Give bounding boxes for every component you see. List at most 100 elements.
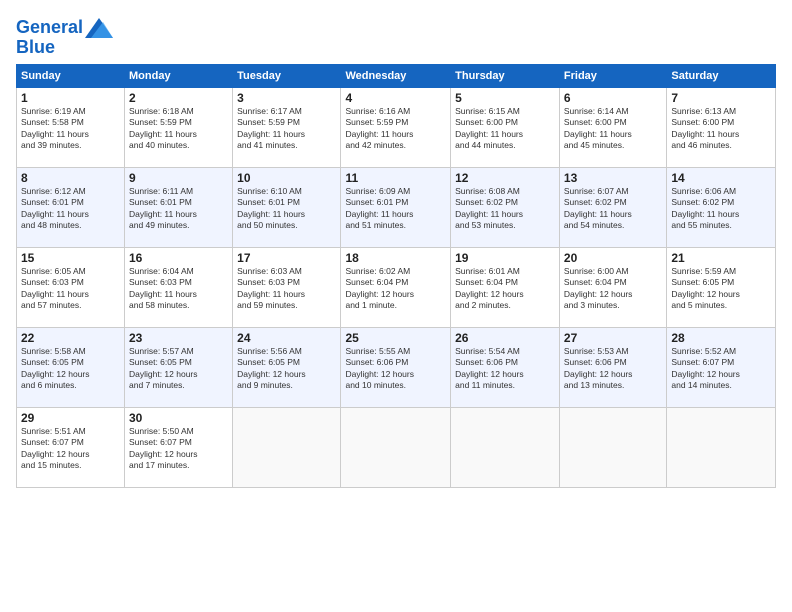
- weekday-header-friday: Friday: [559, 64, 666, 87]
- day-detail: Sunrise: 5:57 AMSunset: 6:05 PMDaylight:…: [129, 346, 228, 392]
- calendar-cell: 11Sunrise: 6:09 AMSunset: 6:01 PMDayligh…: [341, 167, 451, 247]
- day-detail: Sunrise: 6:03 AMSunset: 6:03 PMDaylight:…: [237, 266, 336, 312]
- day-number: 5: [455, 91, 555, 105]
- day-detail: Sunrise: 5:51 AMSunset: 6:07 PMDaylight:…: [21, 426, 120, 472]
- day-detail: Sunrise: 6:11 AMSunset: 6:01 PMDaylight:…: [129, 186, 228, 232]
- day-number: 7: [671, 91, 771, 105]
- day-detail: Sunrise: 6:10 AMSunset: 6:01 PMDaylight:…: [237, 186, 336, 232]
- weekday-header-tuesday: Tuesday: [233, 64, 341, 87]
- calendar-cell: 28Sunrise: 5:52 AMSunset: 6:07 PMDayligh…: [667, 327, 776, 407]
- calendar-cell: 5Sunrise: 6:15 AMSunset: 6:00 PMDaylight…: [451, 87, 560, 167]
- day-number: 15: [21, 251, 120, 265]
- calendar-cell: 2Sunrise: 6:18 AMSunset: 5:59 PMDaylight…: [125, 87, 233, 167]
- day-number: 11: [345, 171, 446, 185]
- weekday-header-monday: Monday: [125, 64, 233, 87]
- calendar-cell: 14Sunrise: 6:06 AMSunset: 6:02 PMDayligh…: [667, 167, 776, 247]
- logo: General Blue: [16, 14, 113, 58]
- calendar-cell: 8Sunrise: 6:12 AMSunset: 6:01 PMDaylight…: [17, 167, 125, 247]
- day-detail: Sunrise: 6:19 AMSunset: 5:58 PMDaylight:…: [21, 106, 120, 152]
- day-detail: Sunrise: 5:58 AMSunset: 6:05 PMDaylight:…: [21, 346, 120, 392]
- weekday-header-saturday: Saturday: [667, 64, 776, 87]
- day-number: 30: [129, 411, 228, 425]
- weekday-header-thursday: Thursday: [451, 64, 560, 87]
- calendar-cell: [233, 407, 341, 487]
- day-detail: Sunrise: 6:04 AMSunset: 6:03 PMDaylight:…: [129, 266, 228, 312]
- calendar-cell: 7Sunrise: 6:13 AMSunset: 6:00 PMDaylight…: [667, 87, 776, 167]
- day-number: 25: [345, 331, 446, 345]
- calendar-cell: 27Sunrise: 5:53 AMSunset: 6:06 PMDayligh…: [559, 327, 666, 407]
- calendar-cell: 6Sunrise: 6:14 AMSunset: 6:00 PMDaylight…: [559, 87, 666, 167]
- day-detail: Sunrise: 6:08 AMSunset: 6:02 PMDaylight:…: [455, 186, 555, 232]
- day-detail: Sunrise: 5:59 AMSunset: 6:05 PMDaylight:…: [671, 266, 771, 312]
- calendar-cell: [341, 407, 451, 487]
- calendar-cell: 1Sunrise: 6:19 AMSunset: 5:58 PMDaylight…: [17, 87, 125, 167]
- day-detail: Sunrise: 6:02 AMSunset: 6:04 PMDaylight:…: [345, 266, 446, 312]
- calendar-cell: 19Sunrise: 6:01 AMSunset: 6:04 PMDayligh…: [451, 247, 560, 327]
- day-number: 13: [564, 171, 662, 185]
- day-detail: Sunrise: 6:05 AMSunset: 6:03 PMDaylight:…: [21, 266, 120, 312]
- day-detail: Sunrise: 6:17 AMSunset: 5:59 PMDaylight:…: [237, 106, 336, 152]
- calendar-table: SundayMondayTuesdayWednesdayThursdayFrid…: [16, 64, 776, 488]
- weekday-header-wednesday: Wednesday: [341, 64, 451, 87]
- calendar-cell: 10Sunrise: 6:10 AMSunset: 6:01 PMDayligh…: [233, 167, 341, 247]
- calendar-cell: 21Sunrise: 5:59 AMSunset: 6:05 PMDayligh…: [667, 247, 776, 327]
- calendar-cell: [559, 407, 666, 487]
- day-number: 27: [564, 331, 662, 345]
- day-number: 1: [21, 91, 120, 105]
- calendar-cell: 3Sunrise: 6:17 AMSunset: 5:59 PMDaylight…: [233, 87, 341, 167]
- day-number: 4: [345, 91, 446, 105]
- day-number: 28: [671, 331, 771, 345]
- calendar-cell: 16Sunrise: 6:04 AMSunset: 6:03 PMDayligh…: [125, 247, 233, 327]
- day-number: 29: [21, 411, 120, 425]
- day-number: 18: [345, 251, 446, 265]
- day-detail: Sunrise: 6:14 AMSunset: 6:00 PMDaylight:…: [564, 106, 662, 152]
- day-detail: Sunrise: 6:18 AMSunset: 5:59 PMDaylight:…: [129, 106, 228, 152]
- logo-icon: [85, 18, 113, 38]
- day-number: 26: [455, 331, 555, 345]
- day-detail: Sunrise: 6:13 AMSunset: 6:00 PMDaylight:…: [671, 106, 771, 152]
- day-detail: Sunrise: 6:15 AMSunset: 6:00 PMDaylight:…: [455, 106, 555, 152]
- day-number: 19: [455, 251, 555, 265]
- calendar-cell: 15Sunrise: 6:05 AMSunset: 6:03 PMDayligh…: [17, 247, 125, 327]
- day-detail: Sunrise: 5:52 AMSunset: 6:07 PMDaylight:…: [671, 346, 771, 392]
- day-number: 14: [671, 171, 771, 185]
- day-detail: Sunrise: 6:16 AMSunset: 5:59 PMDaylight:…: [345, 106, 446, 152]
- day-number: 3: [237, 91, 336, 105]
- day-detail: Sunrise: 6:07 AMSunset: 6:02 PMDaylight:…: [564, 186, 662, 232]
- calendar-cell: 20Sunrise: 6:00 AMSunset: 6:04 PMDayligh…: [559, 247, 666, 327]
- calendar-cell: 23Sunrise: 5:57 AMSunset: 6:05 PMDayligh…: [125, 327, 233, 407]
- day-number: 12: [455, 171, 555, 185]
- day-detail: Sunrise: 5:50 AMSunset: 6:07 PMDaylight:…: [129, 426, 228, 472]
- day-detail: Sunrise: 6:09 AMSunset: 6:01 PMDaylight:…: [345, 186, 446, 232]
- day-number: 20: [564, 251, 662, 265]
- calendar-cell: 13Sunrise: 6:07 AMSunset: 6:02 PMDayligh…: [559, 167, 666, 247]
- day-detail: Sunrise: 5:56 AMSunset: 6:05 PMDaylight:…: [237, 346, 336, 392]
- day-number: 22: [21, 331, 120, 345]
- day-number: 23: [129, 331, 228, 345]
- calendar-cell: 12Sunrise: 6:08 AMSunset: 6:02 PMDayligh…: [451, 167, 560, 247]
- calendar-cell: 17Sunrise: 6:03 AMSunset: 6:03 PMDayligh…: [233, 247, 341, 327]
- day-detail: Sunrise: 5:55 AMSunset: 6:06 PMDaylight:…: [345, 346, 446, 392]
- day-detail: Sunrise: 5:53 AMSunset: 6:06 PMDaylight:…: [564, 346, 662, 392]
- day-detail: Sunrise: 6:01 AMSunset: 6:04 PMDaylight:…: [455, 266, 555, 312]
- calendar-cell: 4Sunrise: 6:16 AMSunset: 5:59 PMDaylight…: [341, 87, 451, 167]
- calendar-cell: 30Sunrise: 5:50 AMSunset: 6:07 PMDayligh…: [125, 407, 233, 487]
- day-detail: Sunrise: 6:06 AMSunset: 6:02 PMDaylight:…: [671, 186, 771, 232]
- day-number: 8: [21, 171, 120, 185]
- calendar-cell: [451, 407, 560, 487]
- day-number: 21: [671, 251, 771, 265]
- calendar-cell: 29Sunrise: 5:51 AMSunset: 6:07 PMDayligh…: [17, 407, 125, 487]
- calendar-cell: 9Sunrise: 6:11 AMSunset: 6:01 PMDaylight…: [125, 167, 233, 247]
- day-number: 9: [129, 171, 228, 185]
- calendar-cell: 18Sunrise: 6:02 AMSunset: 6:04 PMDayligh…: [341, 247, 451, 327]
- calendar-cell: [667, 407, 776, 487]
- weekday-header-sunday: Sunday: [17, 64, 125, 87]
- day-detail: Sunrise: 6:00 AMSunset: 6:04 PMDaylight:…: [564, 266, 662, 312]
- day-number: 6: [564, 91, 662, 105]
- day-number: 16: [129, 251, 228, 265]
- day-number: 10: [237, 171, 336, 185]
- calendar-cell: 24Sunrise: 5:56 AMSunset: 6:05 PMDayligh…: [233, 327, 341, 407]
- day-number: 2: [129, 91, 228, 105]
- day-number: 24: [237, 331, 336, 345]
- day-detail: Sunrise: 6:12 AMSunset: 6:01 PMDaylight:…: [21, 186, 120, 232]
